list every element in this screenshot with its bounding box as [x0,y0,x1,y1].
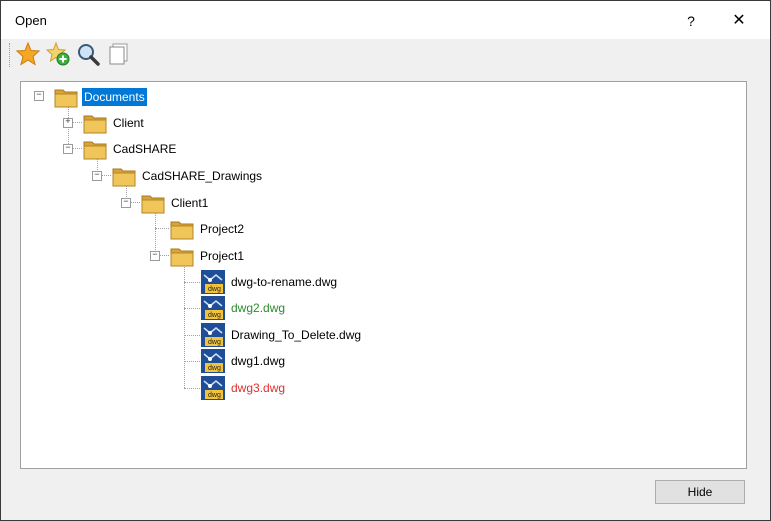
folder-tree[interactable]: − + − − − − Documents Client CadSHARE Ca… [20,81,747,469]
tree-file-dwg3[interactable]: dwg dwg3.dwg [200,375,287,401]
svg-text:dwg: dwg [208,392,221,399]
file-label: dwg1.dwg [231,354,286,368]
help-button[interactable]: ? [677,7,705,35]
close-button[interactable]: ✕ [725,7,753,35]
expander-documents[interactable]: − [34,91,44,101]
tree-file-drawing-to-delete[interactable]: dwg Drawing_To_Delete.dwg [200,322,363,348]
dwg-file-icon: dwg [201,349,225,373]
expander-client[interactable]: + [63,118,73,128]
tree-connector [184,265,185,388]
tree-node-label: Client [113,116,144,130]
svg-text:dwg: dwg [208,286,221,293]
tree-node-client[interactable]: Client [82,110,146,136]
tree-node-client1[interactable]: Client1 [140,190,210,216]
tree-node-project1[interactable]: Project1 [169,243,246,269]
tree-file-dwg1[interactable]: dwg dwg1.dwg [200,348,287,374]
tree-connector [184,335,200,336]
dwg-file-icon: dwg [201,296,225,320]
tree-file-dwg2[interactable]: dwg dwg2.dwg [200,295,287,321]
tree-connector [184,282,200,283]
tree-node-cadshare[interactable]: CadSHARE [82,136,178,162]
star-icon [16,42,40,66]
toolbar [1,39,770,71]
star-add-icon [46,42,70,66]
dwg-file-icon: dwg [201,323,225,347]
tree-connector [155,228,169,229]
tree-file-dwg-to-rename[interactable]: dwg dwg-to-rename.dwg [200,269,339,295]
toolbar-grip[interactable] [9,43,13,67]
search-button[interactable] [75,41,101,67]
tree-node-label: CadSHARE [113,142,177,156]
folder-icon [170,248,194,267]
open-dialog: Open ? ✕ − + − − − − Documents Client Ca… [0,0,771,521]
tree-node-project2[interactable]: Project2 [169,216,246,242]
folder-icon [170,221,194,240]
tree-node-label: CadSHARE_Drawings [142,169,263,183]
dwg-file-icon: dwg [201,376,225,400]
file-label: dwg2.dwg [231,301,286,315]
expander-cadshare-drawings[interactable]: − [92,171,102,181]
expander-client1[interactable]: − [121,198,131,208]
folder-icon [141,195,165,214]
tree-connector [184,361,200,362]
hide-button[interactable]: Hide [655,480,745,504]
magnifier-icon [78,44,100,66]
folder-icon [112,168,136,187]
dwg-file-icon: dwg [201,270,225,294]
favorite-button[interactable] [15,41,41,67]
copy-button[interactable] [105,41,131,67]
expander-cadshare[interactable]: − [63,144,73,154]
copy-pages-icon [109,43,128,65]
tree-node-documents[interactable]: Documents [53,84,147,110]
title-bar: Open ? ✕ [1,1,770,39]
tree-node-cadshare-drawings[interactable]: CadSHARE_Drawings [111,163,264,189]
file-label: Drawing_To_Delete.dwg [231,328,362,342]
svg-text:dwg: dwg [208,312,221,319]
file-label: dwg-to-rename.dwg [231,275,338,289]
dialog-title: Open [15,13,47,28]
folder-icon [83,141,107,160]
tree-connector [184,388,200,389]
folder-icon [83,115,107,134]
file-label: dwg3.dwg [231,381,286,395]
tree-node-label: Client1 [171,196,209,210]
svg-text:dwg: dwg [208,339,221,346]
svg-text:dwg: dwg [208,365,221,372]
tree-node-label: Documents [82,88,147,106]
add-favorite-button[interactable] [45,41,71,67]
tree-node-label: Project2 [200,222,245,236]
folder-icon [54,89,78,108]
expander-project1[interactable]: − [150,251,160,261]
tree-node-label: Project1 [200,249,245,263]
tree-connector [184,308,200,309]
